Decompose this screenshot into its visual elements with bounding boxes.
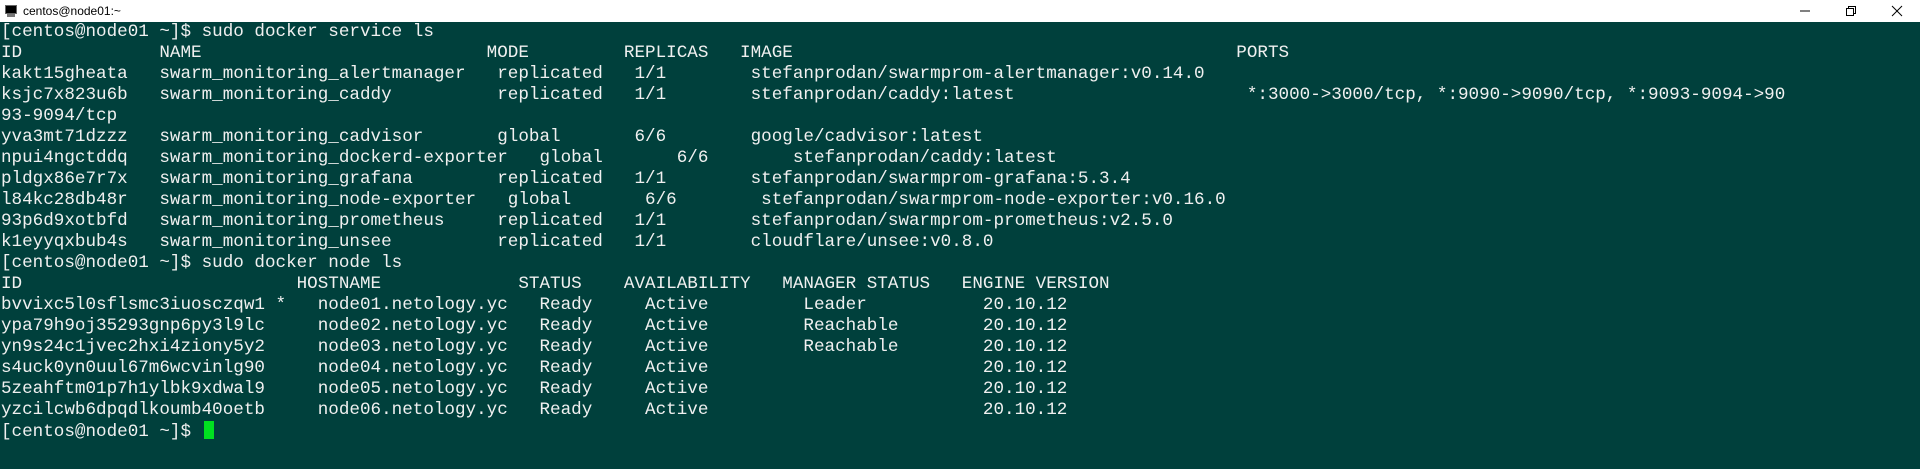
minimize-button[interactable]: [1782, 0, 1828, 22]
close-button[interactable]: [1874, 0, 1920, 22]
terminal-line: npui4ngctddq swarm_monitoring_dockerd-ex…: [1, 148, 1057, 168]
terminal-line: yva3mt71dzzz swarm_monitoring_cadvisor g…: [1, 127, 983, 147]
terminal-line: [centos@node01 ~]$ sudo docker node ls: [1, 253, 403, 273]
restore-icon: [1846, 6, 1856, 16]
terminal-line: 93-9094/tcp: [1, 106, 118, 126]
terminal-line: 5zeahftm01p7h1ylbk9xdwal9 node05.netolog…: [1, 379, 1068, 399]
terminal-line: k1eyyqxbub4s swarm_monitoring_unsee repl…: [1, 232, 994, 252]
terminal-output[interactable]: [centos@node01 ~]$ sudo docker service l…: [0, 22, 1920, 469]
terminal-line: 93p6d9xotbfd swarm_monitoring_prometheus…: [1, 211, 1173, 231]
terminal-line: ID HOSTNAME STATUS AVAILABILITY MANAGER …: [1, 274, 1110, 294]
terminal-line: yn9s24c1jvec2hxi4ziony5y2 node03.netolog…: [1, 337, 1068, 357]
terminal-line: kakt15gheata swarm_monitoring_alertmanag…: [1, 64, 1205, 84]
terminal-icon: [4, 4, 18, 18]
terminal-line: [centos@node01 ~]$ sudo docker service l…: [1, 22, 434, 42]
terminal-cursor: [203, 421, 214, 439]
terminal-line: ypa79h9oj35293gnp6py3l9lc node02.netolog…: [1, 316, 1068, 336]
restore-button[interactable]: [1828, 0, 1874, 22]
terminal-prompt: [centos@node01 ~]$: [1, 422, 202, 442]
window-titlebar[interactable]: centos@node01:~: [0, 0, 1920, 22]
terminal-prompt-line[interactable]: [centos@node01 ~]$: [0, 421, 1920, 442]
terminal-line: l84kc28db48r swarm_monitoring_node-expor…: [1, 190, 1226, 210]
close-icon: [1891, 5, 1903, 17]
terminal-line: yzcilcwb6dpqdlkoumb40oetb node06.netolog…: [1, 400, 1068, 420]
window-controls: [1782, 0, 1920, 22]
terminal-line: ID NAME MODE REPLICAS IMAGE PORTS: [1, 43, 1290, 63]
terminal-line: pldgx86e7r7x swarm_monitoring_grafana re…: [1, 169, 1131, 189]
terminal-line: ksjc7x823u6b swarm_monitoring_caddy repl…: [1, 85, 1786, 105]
minimize-icon: [1800, 10, 1810, 12]
terminal-line: bvvixc5l0sflsmc3iuosczqw1 * node01.netol…: [1, 295, 1068, 315]
terminal-line: s4uck0yn0uul67m6wcvinlg90 node04.netolog…: [1, 358, 1068, 378]
window-title: centos@node01:~: [23, 4, 121, 18]
